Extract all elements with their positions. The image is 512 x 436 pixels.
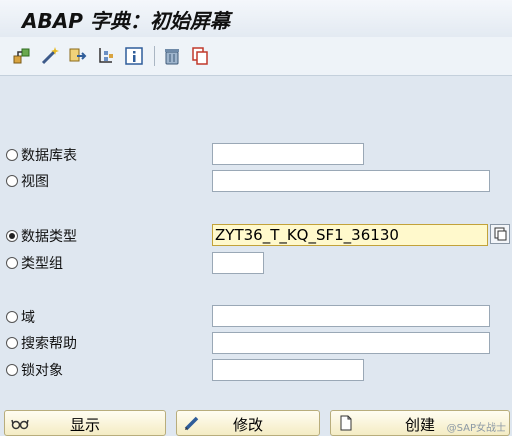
radio-label: 锁对象: [21, 363, 63, 379]
transfer-icon[interactable]: [68, 46, 88, 66]
radio-label: 搜索帮助: [21, 336, 77, 352]
value-help-button[interactable]: [490, 224, 510, 244]
info-icon[interactable]: [124, 46, 144, 66]
database-table-input[interactable]: [212, 143, 364, 165]
view-input[interactable]: [212, 170, 490, 192]
title-bar: ABAP 字典：初始屏幕: [0, 0, 512, 37]
radio-indicator[interactable]: [6, 311, 18, 323]
search-help-input[interactable]: [212, 332, 490, 354]
radio-label: 域: [21, 310, 35, 326]
radio-indicator[interactable]: [6, 364, 18, 376]
data-type-input[interactable]: ZYT36_T_KQ_SF1_36130: [212, 224, 488, 246]
magic-wand-icon[interactable]: [40, 46, 60, 66]
page-title: ABAP 字典：初始屏幕: [22, 9, 230, 33]
radio-search-help[interactable]: 搜索帮助: [6, 333, 77, 353]
data-type-value: ZYT36_T_KQ_SF1_36130: [215, 226, 399, 244]
radio-label: 数据类型: [21, 229, 77, 245]
radio-label: 类型组: [21, 256, 63, 272]
type-group-input[interactable]: [212, 252, 264, 274]
radio-domain[interactable]: 域: [6, 307, 35, 327]
change-button-label: 修改: [232, 416, 263, 434]
toolbar-separator: [154, 46, 155, 66]
application-toolbar: [0, 37, 512, 76]
display-button-label: 显示: [69, 416, 100, 434]
change-button[interactable]: 修改: [176, 410, 320, 436]
radio-indicator[interactable]: [6, 149, 18, 161]
radio-data-type[interactable]: 数据类型: [6, 226, 77, 246]
radio-type-group[interactable]: 类型组: [6, 253, 63, 273]
delete-icon[interactable]: [162, 46, 182, 66]
watermark: @SAP女战士: [446, 423, 506, 434]
radio-indicator[interactable]: [6, 175, 18, 187]
copy-icon[interactable]: [190, 46, 210, 66]
radio-database-table[interactable]: 数据库表: [6, 145, 77, 165]
radio-indicator[interactable]: [6, 257, 18, 269]
display-button[interactable]: 显示: [4, 410, 166, 436]
other-object-icon[interactable]: [12, 46, 32, 66]
radio-lock-object[interactable]: 锁对象: [6, 360, 63, 380]
radio-view[interactable]: 视图: [6, 171, 49, 191]
radio-indicator[interactable]: [6, 337, 18, 349]
radio-indicator-selected[interactable]: [6, 230, 18, 242]
radio-label: 视图: [21, 174, 49, 190]
where-used-icon[interactable]: [96, 46, 116, 66]
lock-object-input[interactable]: [212, 359, 364, 381]
domain-input[interactable]: [212, 305, 490, 327]
value-help-icon: [494, 227, 507, 241]
radio-label: 数据库表: [21, 148, 77, 164]
